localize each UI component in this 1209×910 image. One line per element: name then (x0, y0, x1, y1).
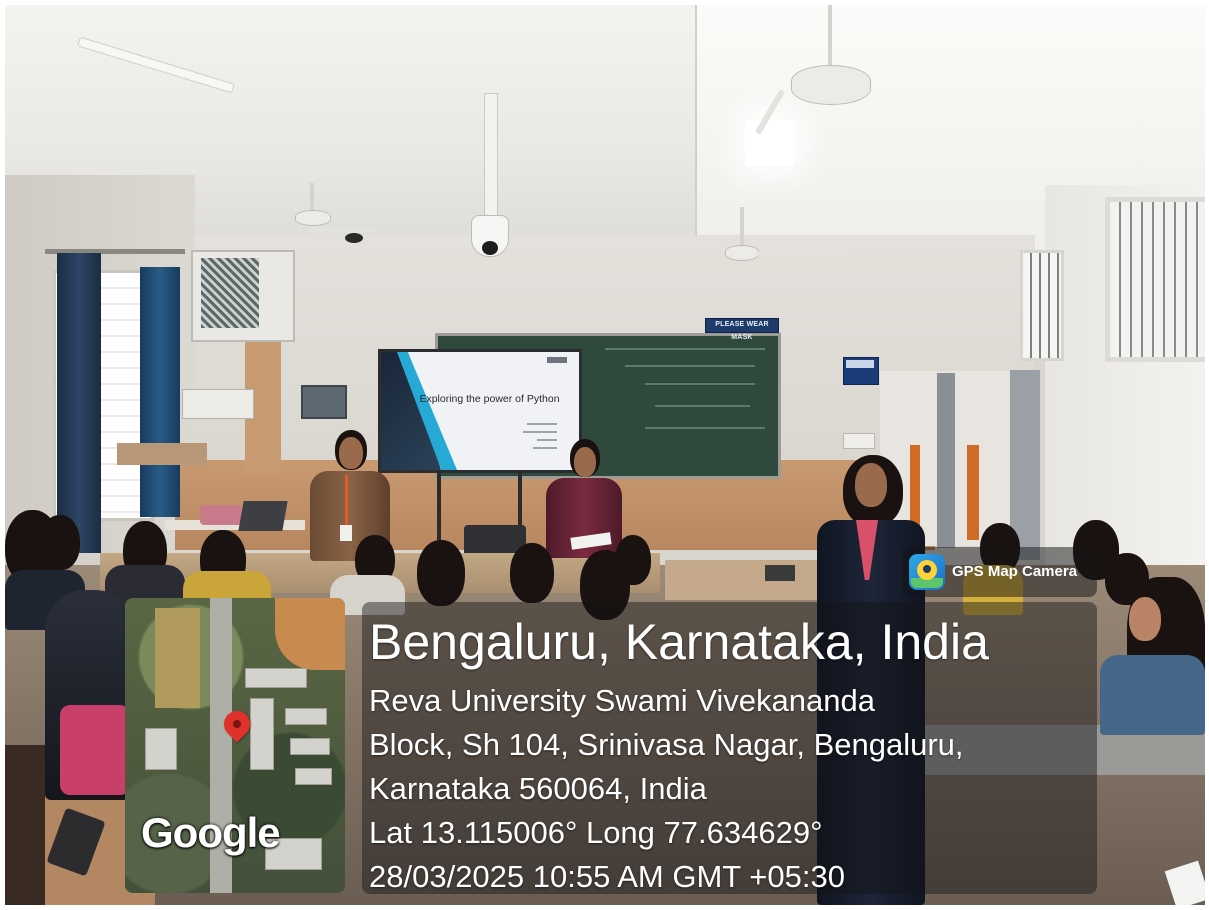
address-line: Block, Sh 104, Srinivasa Nagar, Bengalur… (369, 727, 964, 762)
slide-logo (547, 357, 567, 363)
curtain (140, 267, 180, 517)
student (5, 745, 45, 905)
screen-stand (437, 470, 441, 540)
chalk-writing (645, 427, 765, 429)
lectern (117, 443, 207, 465)
slide-subtext (533, 447, 557, 449)
ceiling-fan (725, 245, 759, 261)
person-face (855, 463, 887, 507)
address-line: Reva University Swami Vivekananda (369, 683, 875, 718)
mask-sign-text: PLEASE WEAR MASK (715, 321, 769, 341)
window-right (1020, 250, 1064, 361)
student (40, 515, 80, 570)
app-name: GPS Map Camera (952, 563, 1078, 580)
cctv-camera (345, 233, 363, 243)
map-building (250, 698, 274, 770)
gps-map-camera-icon-detail (923, 565, 931, 573)
fan-rod (828, 5, 832, 71)
location-pin-center (233, 720, 241, 728)
slide-title: Exploring the power of Python (419, 393, 560, 405)
address-line: Karnataka 560064, India (369, 771, 707, 806)
cctv-mount (484, 93, 498, 225)
map-building (285, 708, 327, 725)
desk (665, 560, 825, 600)
timestamp: 28/03/2025 10:55 AM GMT +05:30 (369, 859, 845, 894)
student (615, 535, 651, 585)
laptop (238, 501, 288, 531)
wall-unit (182, 389, 254, 419)
window-right (1105, 197, 1205, 362)
student (417, 540, 465, 606)
map-building (145, 728, 177, 770)
map-building (245, 668, 307, 688)
grey-stripe (937, 373, 955, 548)
id-lanyard (345, 475, 348, 525)
slide-subtext (523, 431, 557, 433)
chalk-writing (645, 383, 755, 385)
map-building (295, 768, 332, 785)
ac-grill (201, 258, 259, 328)
student (60, 705, 130, 795)
notice-sign-emblem (846, 360, 874, 368)
bag (200, 505, 242, 525)
curtain (57, 253, 101, 553)
id-card (340, 525, 352, 541)
classroom-photo: PLEASE WEAR MASK Exploring the power of … (5, 5, 1205, 905)
student (1100, 655, 1205, 735)
cctv-lens (482, 241, 498, 255)
chalk-writing (625, 365, 755, 367)
person-face (339, 437, 363, 469)
orange-stripe (967, 445, 979, 540)
location-title: Bengaluru, Karnataka, India (369, 614, 989, 670)
map-thumbnail: Google (125, 598, 345, 893)
chalk-writing (655, 405, 750, 407)
coordinates: Lat 13.115006° Long 77.634629° (369, 815, 823, 850)
desk-box (765, 565, 795, 581)
fan-blade (757, 251, 847, 257)
ceiling-fan (791, 65, 871, 105)
map-building (290, 738, 330, 755)
fan-rod (310, 183, 314, 213)
fan-blade (305, 227, 375, 233)
slide-subtext (527, 423, 557, 425)
wall-display (301, 385, 347, 419)
tube-light (745, 120, 795, 166)
ceiling-fan (295, 210, 331, 226)
switch-board (843, 433, 875, 449)
fan-rod (740, 207, 744, 247)
map-field (155, 608, 200, 708)
slide-subtext (537, 439, 557, 441)
student (510, 543, 554, 603)
chalk-writing (605, 348, 765, 350)
person-face (1129, 597, 1161, 641)
person-face (574, 447, 596, 477)
google-logo: Google (141, 809, 281, 856)
